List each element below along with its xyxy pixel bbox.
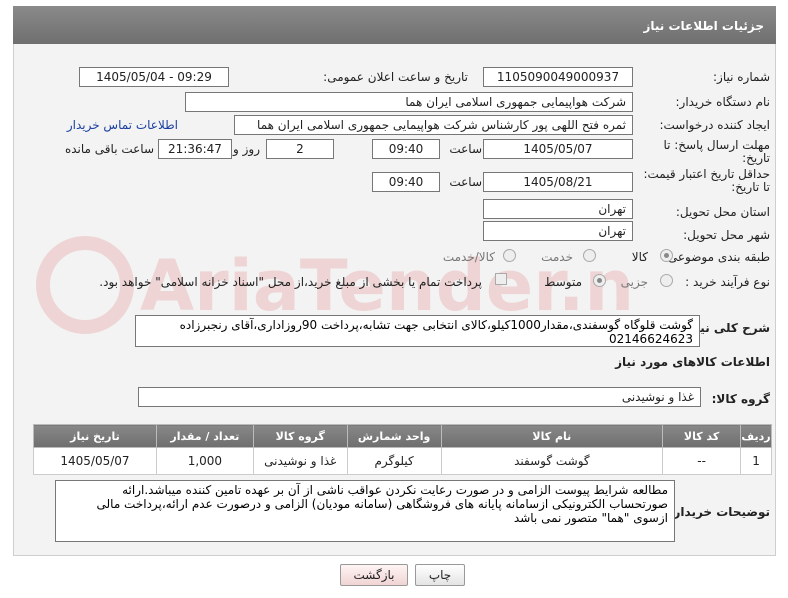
table-cell: 1405/05/07 bbox=[33, 447, 157, 475]
print-button[interactable]: چاپ bbox=[415, 564, 465, 586]
back-button[interactable]: بازگشت bbox=[340, 564, 408, 586]
goods-group-label: گروه کالا: bbox=[711, 392, 770, 406]
buyer-notes-field[interactable] bbox=[55, 480, 675, 542]
deadline-date-field[interactable]: 1405/05/07 bbox=[483, 139, 633, 159]
table-cell: کیلوگرم bbox=[346, 447, 442, 475]
deadline-label: مهلت ارسال پاسخ: تا bbox=[663, 138, 770, 152]
announce-label: تاریخ و ساعت اعلان عمومی: bbox=[323, 70, 468, 84]
table-header-cell: واحد شمارش bbox=[346, 424, 442, 448]
table-cell: 1,000 bbox=[155, 447, 254, 475]
treasury-payment-checkbox[interactable] bbox=[495, 273, 507, 285]
table-header-cell: کد کالا bbox=[662, 424, 742, 448]
days-label: روز و bbox=[233, 142, 260, 156]
process-radio-minor[interactable] bbox=[660, 274, 673, 287]
category-label: طبقه بندی موضوعی: bbox=[663, 250, 770, 264]
category-radio-service[interactable] bbox=[583, 249, 596, 262]
table-header-cell: تعداد / مقدار bbox=[155, 424, 254, 448]
price-date-field[interactable]: 1405/08/21 bbox=[483, 172, 633, 192]
table-row[interactable]: 1 -- گوشت گوسفند کیلوگرم غذا و نوشیدنی 1… bbox=[33, 447, 772, 475]
price-time-label: ساعت bbox=[449, 175, 482, 189]
category-radio-goods[interactable] bbox=[660, 249, 673, 262]
price-validity-label-date: تا تاریخ: bbox=[731, 180, 770, 194]
province-field[interactable]: تهران bbox=[483, 199, 633, 219]
days-remaining-field[interactable]: 2 bbox=[266, 139, 334, 159]
process-option-medium: متوسط bbox=[544, 275, 582, 289]
city-field[interactable]: تهران bbox=[483, 221, 633, 241]
process-option-minor: جزیی bbox=[620, 275, 648, 289]
general-desc-field[interactable] bbox=[135, 315, 700, 347]
table-cell: -- bbox=[662, 447, 742, 475]
table-header-cell: گروه کالا bbox=[252, 424, 348, 448]
buyer-org-label: نام دستگاه خریدار: bbox=[675, 95, 771, 109]
table-header-cell: نام کالا bbox=[440, 424, 664, 448]
requester-label: ایجاد کننده درخواست: bbox=[659, 118, 770, 132]
price-time-field[interactable]: 09:40 bbox=[372, 172, 440, 192]
need-number-label: شماره نیاز: bbox=[713, 70, 770, 84]
category-option-goods: کالا bbox=[631, 250, 648, 264]
page-title: جزئیات اطلاعات نیاز bbox=[13, 6, 776, 44]
city-label: شهر محل تحویل: bbox=[683, 228, 770, 242]
remaining-time-field[interactable]: 21:36:47 bbox=[158, 139, 232, 159]
province-label: استان محل تحویل: bbox=[675, 205, 770, 219]
table-header-cell: تاریخ نیاز bbox=[33, 424, 157, 448]
table-cell: گوشت گوسفند bbox=[440, 447, 664, 475]
requester-field[interactable]: ثمره فتح اللهی پور کارشناس شرکت هواپیمای… bbox=[234, 115, 633, 135]
category-option-both: کالا/خدمت bbox=[442, 250, 495, 264]
category-option-service: خدمت bbox=[541, 250, 573, 264]
process-radio-medium[interactable] bbox=[593, 274, 606, 287]
process-type-label: نوع فرآیند خرید : bbox=[685, 275, 770, 289]
table-header-cell: ردیف bbox=[740, 424, 772, 448]
buyer-notes-label: توضیحات خریدار: bbox=[668, 505, 770, 519]
deadline-time-field[interactable]: 09:40 bbox=[372, 139, 440, 159]
goods-info-title: اطلاعات کالاهای مورد نیاز bbox=[615, 355, 770, 369]
remaining-time-label: ساعت باقی مانده bbox=[64, 142, 154, 156]
treasury-payment-note: پرداخت تمام یا بخشی از مبلغ خرید،از محل … bbox=[99, 275, 482, 289]
need-number-field[interactable]: 1105090049000937 bbox=[483, 67, 633, 87]
announce-field[interactable]: 1405/05/04 - 09:29 bbox=[79, 67, 229, 87]
table-header-row: ردیف کد کالا نام کالا واحد شمارش گروه کا… bbox=[33, 424, 772, 448]
deadline-label-date: تاریخ: bbox=[742, 151, 770, 165]
buyer-org-field[interactable]: شرکت هواپیمایی جمهوری اسلامی ایران هما bbox=[185, 92, 633, 112]
goods-table: ردیف کد کالا نام کالا واحد شمارش گروه کا… bbox=[33, 424, 772, 475]
goods-group-field[interactable]: غذا و نوشیدنی bbox=[138, 387, 701, 407]
price-validity-label: حداقل تاریخ اعتبار قیمت: bbox=[643, 167, 770, 181]
deadline-time-label: ساعت bbox=[449, 142, 482, 156]
table-cell: غذا و نوشیدنی bbox=[252, 447, 348, 475]
category-radio-both[interactable] bbox=[503, 249, 516, 262]
table-cell: 1 bbox=[740, 447, 772, 475]
contact-buyer-link[interactable]: اطلاعات تماس خریدار bbox=[67, 118, 178, 132]
